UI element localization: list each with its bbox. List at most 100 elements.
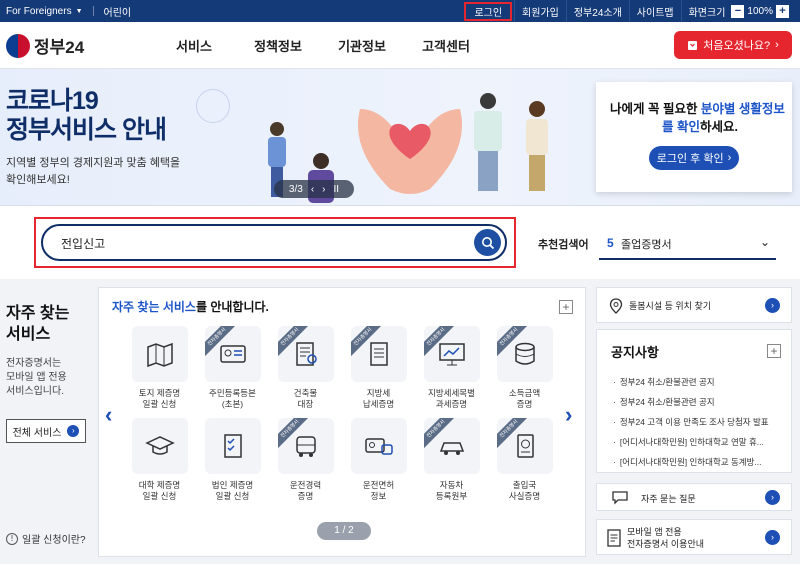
life-info-text-b: 하세요. bbox=[699, 120, 738, 134]
search-button[interactable] bbox=[474, 229, 501, 256]
carousel-next-arrow[interactable]: › bbox=[565, 402, 572, 428]
checklist-icon bbox=[204, 418, 261, 474]
services-heading-highlight: 자주 찾는 서비스 bbox=[112, 300, 196, 314]
main-nav: 서비스 정책정보 기관정보 고객센터 bbox=[152, 22, 488, 69]
carousel-prev-arrow[interactable]: ‹ bbox=[105, 402, 112, 428]
desc-line1: 전자증명서는 bbox=[6, 358, 62, 369]
signup-link[interactable]: 회원가입 bbox=[514, 0, 566, 22]
slide-pause-button[interactable]: II bbox=[334, 184, 340, 195]
frequent-services-title-line1: 자주 찾는 bbox=[6, 305, 70, 322]
facility-finder-label: 돌봄시설 등 위치 찾기 bbox=[629, 301, 712, 311]
divider bbox=[92, 6, 94, 16]
faq-link[interactable]: 자주 묻는 질문 › bbox=[596, 483, 792, 511]
frequent-services-description: 전자증명서는 모바일 앱 전용 서비스입니다. bbox=[6, 357, 67, 399]
zoom-value: 100% bbox=[747, 5, 773, 17]
services-grid: 토지 제증명일괄 신청 주민등록등본(초본) 건축물대장 지방세납세증명 지방세… bbox=[123, 326, 563, 502]
notice-item[interactable]: 정부24 고객 이용 만족도 조사 당첨자 발표 bbox=[613, 412, 785, 432]
graduation-cap-icon bbox=[131, 418, 188, 474]
bus-icon bbox=[277, 418, 334, 474]
nav-item-agency[interactable]: 기관정보 bbox=[320, 36, 404, 55]
service-tile[interactable]: 토지 제증명 일괄 신청 bbox=[123, 326, 196, 410]
chevron-right-icon: › bbox=[765, 490, 780, 505]
driver-license-icon bbox=[350, 418, 407, 474]
search-input[interactable]: 전입신고 bbox=[41, 224, 507, 261]
search-section: 전입신고 추천검색어 5 졸업증명서 ⌄ bbox=[0, 205, 800, 279]
service-tile-label: 출입국 사실증명 bbox=[508, 480, 541, 501]
desc-line2: 모바일 앱 전용 bbox=[6, 372, 67, 383]
top-utility-bar: For Foreigners ▼ 어린이 로그인 회원가입 정부24소개 사이트… bbox=[0, 0, 800, 22]
nav-item-services[interactable]: 서비스 bbox=[152, 36, 236, 55]
recommended-keywords-dropdown[interactable]: 5 졸업증명서 ⌄ bbox=[599, 228, 776, 260]
search-input-value: 전입신고 bbox=[61, 237, 106, 251]
frequent-services-panel: 자주 찾는 서비스를 안내합니다. + ‹ › 토지 제증명일괄 신청 주민등록… bbox=[98, 287, 586, 557]
more-services-button[interactable]: + bbox=[559, 300, 573, 314]
life-info-card: 나에게 꼭 필요한 분야별 생활정보 를 확인하세요. 로그인 후 확인 › bbox=[596, 82, 792, 192]
notice-item[interactable]: [어디서나대학민원] 인하대학교 연말 휴... bbox=[613, 432, 785, 452]
chevron-right-icon: › bbox=[727, 152, 732, 164]
service-tile[interactable]: 주민등록등본(초본) bbox=[196, 326, 269, 410]
main-header: 정부24 서비스 정책정보 기관정보 고객센터 처음오셨나요? › bbox=[0, 22, 800, 69]
chevron-right-icon: › bbox=[765, 530, 780, 545]
faq-label: 자주 묻는 질문 bbox=[641, 494, 696, 504]
service-tile[interactable]: 소득금액증명 bbox=[488, 326, 561, 410]
all-services-button[interactable]: 전체 서비스 › bbox=[6, 419, 86, 443]
kids-link[interactable]: 어린이 bbox=[104, 4, 132, 19]
slide-next-button[interactable]: › bbox=[322, 184, 325, 195]
nav-item-support[interactable]: 고객센터 bbox=[404, 36, 488, 55]
more-notices-button[interactable]: + bbox=[767, 344, 781, 358]
facility-finder-link[interactable]: 돌봄시설 등 위치 찾기 › bbox=[596, 287, 792, 323]
presentation-chart-icon bbox=[423, 326, 480, 382]
hero-title-line2: 정부서비스 안내 bbox=[6, 116, 167, 144]
login-link[interactable]: 로그인 bbox=[464, 1, 513, 21]
nav-item-policy[interactable]: 정책정보 bbox=[236, 36, 320, 55]
service-tile[interactable]: 운전경력증명 bbox=[269, 418, 342, 502]
service-tile-label: 소득금액 증명 bbox=[508, 388, 541, 409]
mobile-certificate-guide-link[interactable]: 모바일 앱 전용 전자증명서 이용안내 › bbox=[596, 519, 792, 555]
life-info-highlight-2: 를 확인 bbox=[662, 120, 700, 134]
services-heading: 자주 찾는 서비스를 안내합니다. bbox=[112, 298, 269, 315]
zoom-in-button[interactable]: + bbox=[776, 4, 789, 18]
notice-item[interactable]: 정부24 취소/환불관련 공지 bbox=[613, 392, 785, 412]
building-document-icon bbox=[277, 326, 334, 382]
id-card-icon bbox=[204, 326, 261, 382]
dropdown-caret-icon[interactable]: ▼ bbox=[76, 8, 83, 15]
intro-link[interactable]: 정부24소개 bbox=[565, 0, 629, 22]
first-visit-button[interactable]: 처음오셨나요? › bbox=[674, 31, 792, 59]
frequent-services-title: 자주 찾는 서비스 bbox=[6, 303, 69, 345]
service-tile[interactable]: 건축물대장 bbox=[269, 326, 342, 410]
service-tile[interactable]: 지방세납세증명 bbox=[342, 326, 415, 410]
service-tile-label: 건축물 대장 bbox=[293, 388, 318, 409]
notice-title: 공지사항 bbox=[611, 345, 659, 360]
life-info-text-a: 나에게 꼭 필요한 bbox=[610, 102, 701, 116]
chevron-down-icon[interactable]: ⌄ bbox=[760, 235, 770, 249]
logo-text: 정부24 bbox=[34, 38, 85, 57]
notice-item[interactable]: 정부24 취소/환불관련 공지 bbox=[613, 372, 785, 392]
notice-item[interactable]: [어디서나대학민원] 인하대학교 동계방... bbox=[613, 452, 785, 472]
person-illustration bbox=[474, 93, 502, 191]
service-tile[interactable]: 대학 제증명 일괄 신청 bbox=[123, 418, 196, 502]
first-visit-label: 처음오셨나요? bbox=[703, 40, 771, 52]
for-foreigners-link[interactable]: For Foreigners bbox=[6, 6, 72, 17]
service-tile[interactable]: 자동차등록원부 bbox=[415, 418, 488, 502]
sitemap-link[interactable]: 사이트맵 bbox=[628, 0, 681, 22]
slide-indicator: 3/3 bbox=[288, 183, 303, 195]
car-register-icon bbox=[423, 418, 480, 474]
site-logo[interactable]: 정부24 bbox=[6, 33, 84, 58]
login-check-button[interactable]: 로그인 후 확인 › bbox=[649, 146, 739, 170]
service-tile-label: 대학 제증명 일괄 신청 bbox=[138, 480, 181, 501]
person-illustration bbox=[526, 101, 548, 191]
bulk-apply-help-link[interactable]: ! 일괄 신청이란? bbox=[6, 531, 86, 546]
land-map-icon bbox=[131, 326, 188, 382]
services-heading-rest: 를 안내합니다. bbox=[195, 300, 269, 314]
slide-prev-button[interactable]: ‹ bbox=[311, 184, 314, 195]
notice-list: 정부24 취소/환불관련 공지 정부24 취소/환불관련 공지 정부24 고객 … bbox=[613, 372, 785, 472]
services-pager[interactable]: 1 / 2 bbox=[317, 522, 371, 540]
recommended-keyword[interactable]: 졸업증명서 bbox=[621, 236, 672, 252]
service-tile[interactable]: 운전면허 정보 bbox=[342, 418, 415, 502]
service-tile-label: 주민등록등본 (초본) bbox=[209, 388, 256, 409]
service-tile[interactable]: 지방세세목별과세증명 bbox=[415, 326, 488, 410]
service-tile[interactable]: 법인 제증명 일괄 신청 bbox=[196, 418, 269, 502]
service-tile[interactable]: 출입국사실증명 bbox=[488, 418, 561, 502]
hero-subtitle-line2: 확인해보세요! bbox=[6, 174, 70, 186]
zoom-out-button[interactable]: − bbox=[731, 4, 745, 18]
